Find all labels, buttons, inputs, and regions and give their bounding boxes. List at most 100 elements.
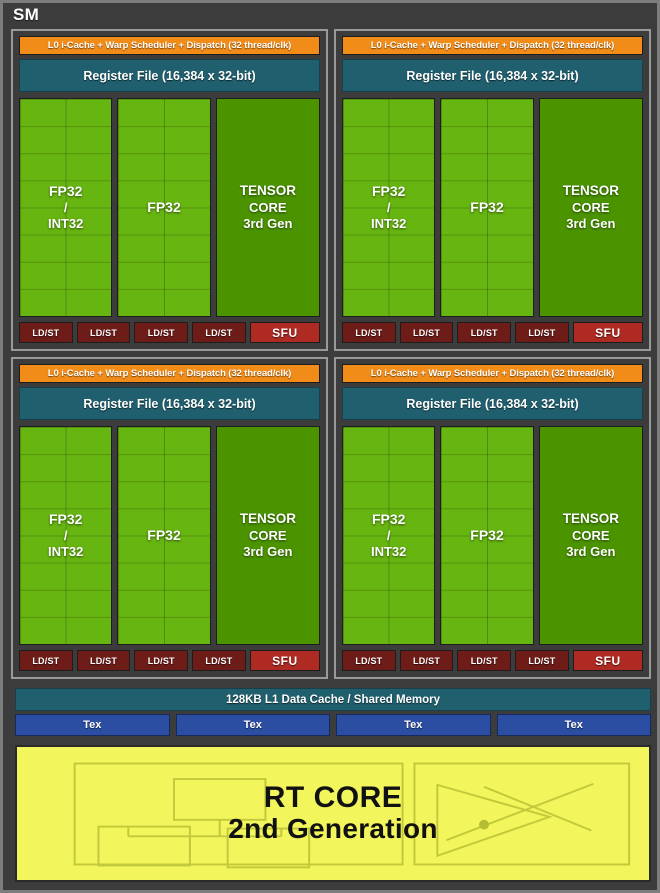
core-label-line2: CORE — [249, 527, 287, 543]
register-file-bar-3[interactable]: Register File (16,384 x 32-bit) — [342, 387, 643, 420]
ray-triangle-intersection-icon — [413, 762, 631, 866]
core-label-line3: 3rd Gen — [243, 543, 293, 559]
processing-block-1[interactable]: L0 i-Cache + Warp Scheduler + Dispatch (… — [334, 29, 651, 351]
texture-unit[interactable]: Tex — [175, 714, 330, 736]
core-label-line3: 3rd Gen — [566, 215, 616, 231]
processing-block-2[interactable]: L0 i-Cache + Warp Scheduler + Dispatch (… — [11, 357, 328, 679]
sfu-unit[interactable]: SFU — [572, 322, 643, 343]
ldst-unit[interactable]: LD/ST — [192, 650, 246, 671]
unit-row-2: LD/ST LD/ST LD/ST LD/ST SFU — [19, 650, 320, 671]
sm-block-diagram: SM L0 i-Cache + Warp Scheduler + Dispatc… — [0, 0, 660, 893]
unit-row-1: LD/ST LD/ST LD/ST LD/ST SFU — [342, 322, 643, 343]
core-row-3: FP32 / INT32 FP32 TENSOR CORE 3rd Gen — [342, 426, 643, 645]
fp32-core-block-1[interactable]: FP32 — [440, 98, 534, 317]
tensor-core-block-3[interactable]: TENSOR CORE 3rd Gen — [538, 426, 643, 645]
register-file-bar-0[interactable]: Register File (16,384 x 32-bit) — [19, 59, 320, 92]
tensor-core-block-1[interactable]: TENSOR CORE 3rd Gen — [538, 98, 643, 317]
core-label-line1: FP32 — [470, 526, 504, 543]
ldst-unit[interactable]: LD/ST — [515, 322, 569, 343]
warp-scheduler-bar-3[interactable]: L0 i-Cache + Warp Scheduler + Dispatch (… — [342, 364, 643, 383]
core-label-line3: INT32 — [47, 544, 84, 560]
fp32-int32-core-block-0[interactable]: FP32 / INT32 — [19, 98, 113, 317]
register-file-bar-2[interactable]: Register File (16,384 x 32-bit) — [19, 387, 320, 420]
ldst-unit[interactable]: LD/ST — [134, 322, 189, 343]
core-label-line2: / — [386, 200, 391, 216]
core-row-2: FP32 / INT32 FP32 TENSOR CORE 3rd Gen — [19, 426, 320, 645]
fp32-int32-core-block-2[interactable]: FP32 / INT32 — [19, 426, 113, 645]
fp32-core-block-3[interactable]: FP32 — [440, 426, 534, 645]
ldst-unit[interactable]: LD/ST — [457, 650, 512, 671]
rt-core-illustration — [73, 762, 631, 869]
ldst-unit[interactable]: LD/ST — [134, 650, 189, 671]
texture-unit[interactable]: Tex — [15, 714, 170, 736]
unit-row-0: LD/ST LD/ST LD/ST LD/ST SFU — [19, 322, 320, 343]
processing-block-3[interactable]: L0 i-Cache + Warp Scheduler + Dispatch (… — [334, 357, 651, 679]
fp32-int32-core-block-3[interactable]: FP32 / INT32 — [342, 426, 436, 645]
core-label: FP32 / INT32 — [46, 511, 85, 560]
core-label: FP32 / INT32 — [369, 183, 408, 232]
ldst-unit[interactable]: LD/ST — [342, 650, 396, 671]
sfu-unit[interactable]: SFU — [249, 322, 320, 343]
core-label-line2: / — [63, 200, 68, 216]
texture-unit[interactable]: Tex — [336, 714, 491, 736]
ldst-unit[interactable]: LD/ST — [192, 322, 246, 343]
texture-unit[interactable]: Tex — [496, 714, 651, 736]
texture-unit-row: Tex Tex Tex Tex — [15, 714, 651, 736]
core-label-line2: / — [386, 528, 391, 544]
core-label: FP32 / INT32 — [46, 183, 85, 232]
core-label-line2: CORE — [572, 199, 610, 215]
tensor-core-block-0[interactable]: TENSOR CORE 3rd Gen — [215, 98, 320, 317]
sfu-unit[interactable]: SFU — [249, 650, 320, 671]
unit-row-3: LD/ST LD/ST LD/ST LD/ST SFU — [342, 650, 643, 671]
register-file-bar-1[interactable]: Register File (16,384 x 32-bit) — [342, 59, 643, 92]
ldst-unit[interactable]: LD/ST — [399, 650, 454, 671]
core-label: FP32 — [145, 527, 182, 544]
ldst-unit[interactable]: LD/ST — [515, 650, 569, 671]
fp32-core-block-0[interactable]: FP32 — [117, 98, 211, 317]
ldst-unit[interactable]: LD/ST — [399, 322, 454, 343]
core-label-line1: TENSOR — [239, 183, 296, 199]
ldst-unit[interactable]: LD/ST — [76, 650, 131, 671]
ldst-unit[interactable]: LD/ST — [457, 322, 512, 343]
tensor-core-block-2[interactable]: TENSOR CORE 3rd Gen — [215, 426, 320, 645]
core-label: TENSOR CORE 3rd Gen — [561, 511, 621, 559]
core-label-line2: / — [63, 528, 68, 544]
ldst-unit[interactable]: LD/ST — [76, 322, 131, 343]
core-label: TENSOR CORE 3rd Gen — [238, 511, 298, 559]
warp-scheduler-bar-2[interactable]: L0 i-Cache + Warp Scheduler + Dispatch (… — [19, 364, 320, 383]
ldst-unit[interactable]: LD/ST — [19, 650, 73, 671]
intersection-point-icon — [479, 819, 490, 830]
core-label-line1: FP32 — [147, 526, 181, 543]
core-label: FP32 / INT32 — [369, 511, 408, 560]
page-title: SM — [13, 5, 40, 24]
core-label-line2: CORE — [249, 199, 287, 215]
core-label-line1: FP32 — [470, 198, 504, 215]
core-label-line3: 3rd Gen — [566, 543, 616, 559]
l1-data-cache-bar[interactable]: 128KB L1 Data Cache / Shared Memory — [15, 688, 651, 711]
warp-scheduler-bar-1[interactable]: L0 i-Cache + Warp Scheduler + Dispatch (… — [342, 36, 643, 55]
core-label: TENSOR CORE 3rd Gen — [561, 183, 621, 231]
core-label-line3: 3rd Gen — [243, 215, 293, 231]
rt-core-block[interactable]: RT CORE 2nd Generation — [15, 745, 651, 882]
ldst-unit[interactable]: LD/ST — [342, 322, 396, 343]
core-label-line1: FP32 — [371, 511, 406, 528]
ldst-unit[interactable]: LD/ST — [19, 322, 73, 343]
fp32-core-block-2[interactable]: FP32 — [117, 426, 211, 645]
bvh-tree-icon — [73, 762, 404, 869]
processing-block-grid: L0 i-Cache + Warp Scheduler + Dispatch (… — [11, 29, 651, 679]
core-label-line3: INT32 — [370, 544, 407, 560]
core-label-line3: INT32 — [47, 216, 84, 232]
processing-block-0[interactable]: L0 i-Cache + Warp Scheduler + Dispatch (… — [11, 29, 328, 351]
core-label-line1: TENSOR — [562, 511, 619, 527]
core-label-line1: TENSOR — [239, 511, 296, 527]
core-label-line1: FP32 — [371, 183, 406, 200]
core-label: FP32 — [468, 527, 505, 544]
core-label-line1: FP32 — [147, 198, 181, 215]
core-label: TENSOR CORE 3rd Gen — [238, 183, 298, 231]
warp-scheduler-bar-0[interactable]: L0 i-Cache + Warp Scheduler + Dispatch (… — [19, 36, 320, 55]
core-label-line1: FP32 — [48, 511, 83, 528]
core-label-line3: INT32 — [370, 216, 407, 232]
sfu-unit[interactable]: SFU — [572, 650, 643, 671]
fp32-int32-core-block-1[interactable]: FP32 / INT32 — [342, 98, 436, 317]
core-label: FP32 — [468, 199, 505, 216]
